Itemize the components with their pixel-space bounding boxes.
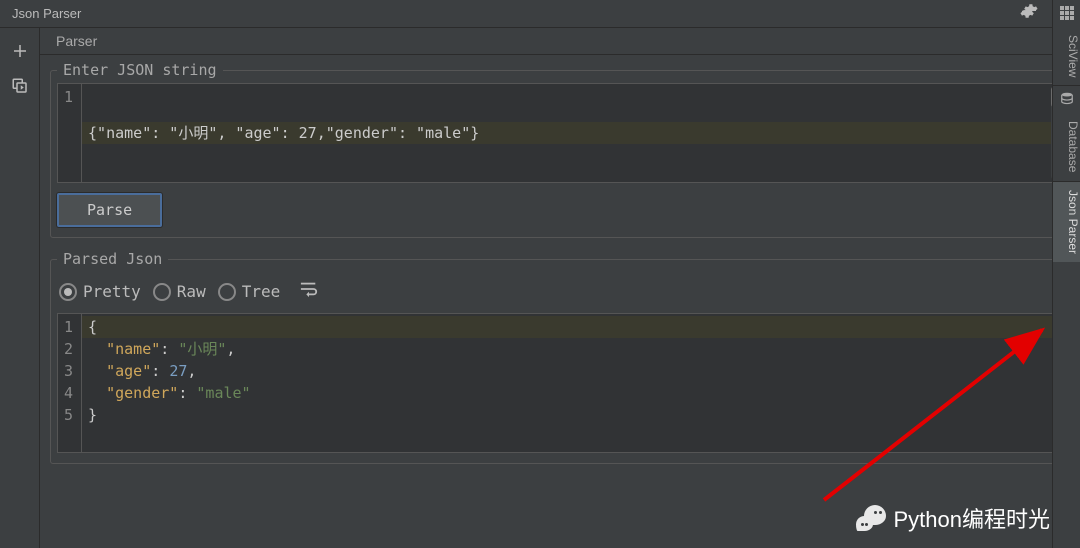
input-line-gutter: 1 — [58, 84, 82, 182]
right-tool-rail: SciView Database Json Parser — [1052, 0, 1080, 548]
gear-icon[interactable] — [1020, 2, 1038, 25]
left-tool-gutter — [0, 28, 40, 548]
view-mode-row: Pretty Raw Tree — [59, 280, 1061, 303]
grid-icon — [1060, 6, 1074, 25]
json-output-editor[interactable]: 1 2 3 4 5 { "name": "小明", "age": 27, "ge… — [57, 313, 1063, 453]
database-icon — [1060, 92, 1074, 111]
rail-database[interactable]: Database — [1053, 113, 1080, 180]
view-mode-label: Raw — [177, 282, 206, 301]
input-json-text[interactable]: {"name": "小明", "age": 27,"gender": "male… — [88, 124, 479, 142]
input-code-area[interactable]: {"name": "小明", "age": 27,"gender": "male… — [82, 84, 1062, 182]
view-mode-label: Tree — [242, 282, 281, 301]
json-input-editor[interactable]: 1 {"name": "小明", "age": 27,"gender": "ma… — [57, 83, 1063, 183]
view-mode-tree[interactable]: Tree — [218, 282, 281, 301]
output-panel: Parsed Json Pretty Raw Tree — [50, 250, 1070, 464]
output-line-gutter: 1 2 3 4 5 — [58, 314, 82, 452]
rail-json-parser[interactable]: Json Parser — [1053, 182, 1080, 262]
window-title: Json Parser — [12, 6, 81, 21]
breadcrumb: Parser — [40, 28, 1080, 55]
rail-sciview[interactable]: SciView — [1053, 27, 1080, 85]
input-panel: Enter JSON string 1 {"name": "小明", "age"… — [50, 61, 1070, 238]
add-icon[interactable] — [11, 42, 29, 65]
output-panel-legend: Parsed Json — [57, 250, 168, 268]
input-panel-legend: Enter JSON string — [57, 61, 223, 79]
output-code-area: { "name": "小明", "age": 27, "gender": "ma… — [82, 314, 1062, 452]
wrap-icon[interactable] — [298, 280, 320, 303]
view-mode-pretty[interactable]: Pretty — [59, 282, 141, 301]
copy-icon[interactable] — [11, 77, 29, 100]
view-mode-raw[interactable]: Raw — [153, 282, 206, 301]
view-mode-label: Pretty — [83, 282, 141, 301]
parse-button[interactable]: Parse — [57, 193, 162, 227]
titlebar: Json Parser — [0, 0, 1080, 28]
